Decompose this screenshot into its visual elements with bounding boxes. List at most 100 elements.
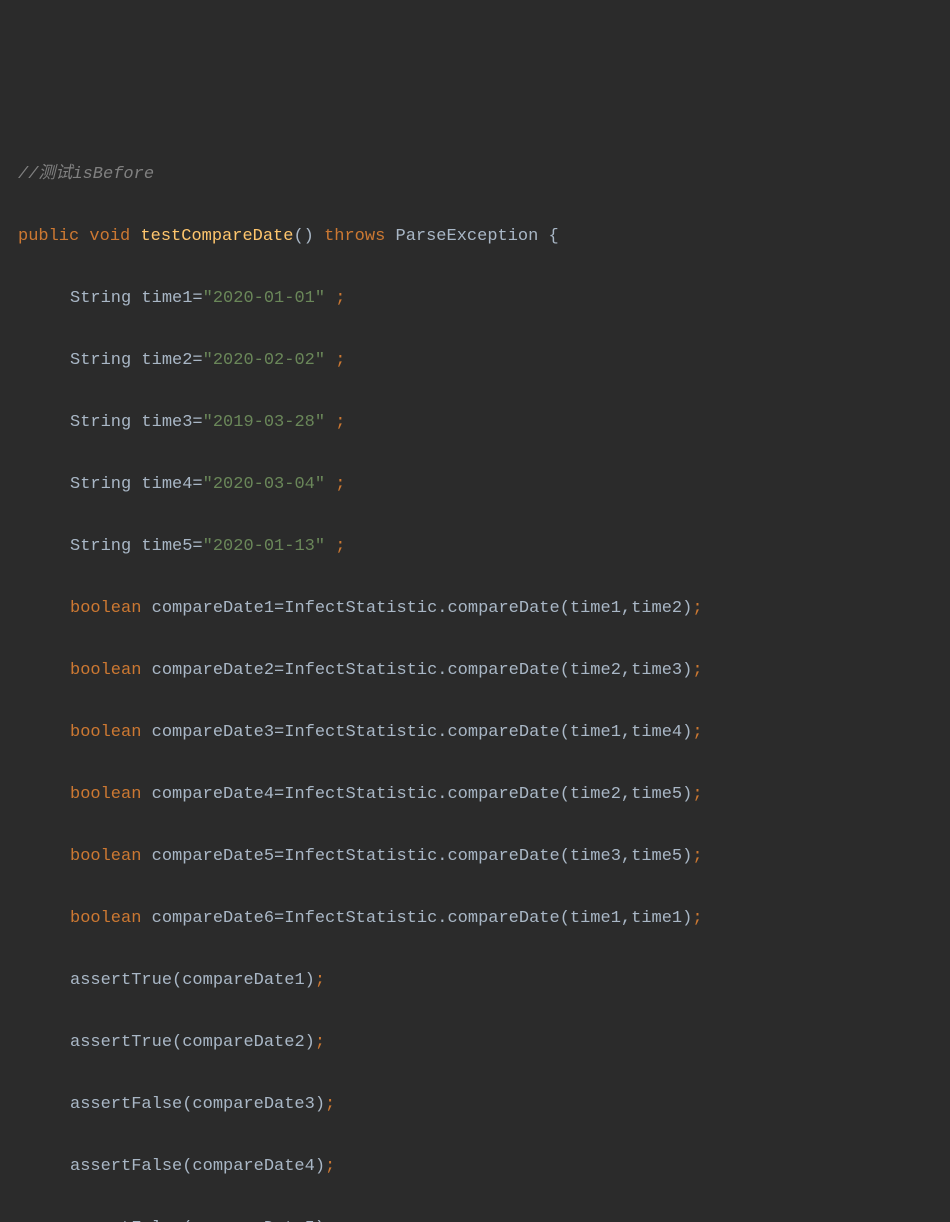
semicolon: ; bbox=[692, 847, 702, 866]
string-time3: "2019-03-28" bbox=[203, 413, 325, 432]
space-semi bbox=[325, 351, 335, 370]
code-line-time5: String time5="2020-01-13" ; bbox=[0, 531, 950, 562]
code-line-cd3: boolean compareDate3=InfectStatistic.com… bbox=[0, 717, 950, 748]
semicolon: ; bbox=[692, 661, 702, 680]
semicolon: ; bbox=[325, 1157, 335, 1176]
string-time4: "2020-03-04" bbox=[203, 475, 325, 494]
space bbox=[130, 227, 140, 246]
var-time5: time5= bbox=[131, 537, 202, 556]
keyword-throws: throws bbox=[324, 227, 385, 246]
code-line-assert2: assertTrue(compareDate2); bbox=[0, 1027, 950, 1058]
semicolon: ; bbox=[335, 413, 345, 432]
parens: () bbox=[293, 227, 313, 246]
args2: (time2,time3) bbox=[560, 661, 693, 680]
code-line-cd4: boolean compareDate4=InfectStatistic.com… bbox=[0, 779, 950, 810]
class-call: InfectStatistic.compareDate bbox=[284, 785, 559, 804]
string-time2: "2020-02-02" bbox=[203, 351, 325, 370]
var-time3: time3= bbox=[131, 413, 202, 432]
assert-arg2: (compareDate2) bbox=[172, 1033, 315, 1052]
keyword-void: void bbox=[89, 227, 130, 246]
semicolon: ; bbox=[692, 723, 702, 742]
type-string: String bbox=[70, 413, 131, 432]
space bbox=[79, 227, 89, 246]
code-line-time2: String time2="2020-02-02" ; bbox=[0, 345, 950, 376]
code-line-cd6: boolean compareDate6=InfectStatistic.com… bbox=[0, 903, 950, 934]
code-line-comment: //测试isBefore bbox=[0, 159, 950, 190]
keyword-boolean: boolean bbox=[70, 847, 141, 866]
code-line-time3: String time3="2019-03-28" ; bbox=[0, 407, 950, 438]
type-string: String bbox=[70, 289, 131, 308]
code-line-assert1: assertTrue(compareDate1); bbox=[0, 965, 950, 996]
brace-open: { bbox=[538, 227, 558, 246]
code-editor[interactable]: //测试isBefore public void testCompareDate… bbox=[0, 128, 950, 1222]
code-line-cd1: boolean compareDate1=InfectStatistic.com… bbox=[0, 593, 950, 624]
semicolon: ; bbox=[335, 475, 345, 494]
assert-arg3: (compareDate3) bbox=[182, 1095, 325, 1114]
semicolon: ; bbox=[335, 351, 345, 370]
var-cd5: compareDate5= bbox=[141, 847, 284, 866]
args3: (time1,time4) bbox=[560, 723, 693, 742]
var-cd1: compareDate1= bbox=[141, 599, 284, 618]
semicolon: ; bbox=[315, 1033, 325, 1052]
semicolon: ; bbox=[692, 785, 702, 804]
semicolon: ; bbox=[692, 909, 702, 928]
code-line-cd2: boolean compareDate2=InfectStatistic.com… bbox=[0, 655, 950, 686]
class-call: InfectStatistic.compareDate bbox=[284, 723, 559, 742]
code-line-assert3: assertFalse(compareDate3); bbox=[0, 1089, 950, 1120]
class-call: InfectStatistic.compareDate bbox=[284, 599, 559, 618]
method-name: testCompareDate bbox=[140, 227, 293, 246]
args6: (time1,time1) bbox=[560, 909, 693, 928]
code-line-signature: public void testCompareDate() throws Par… bbox=[0, 221, 950, 252]
semicolon: ; bbox=[325, 1095, 335, 1114]
assert-true: assertTrue bbox=[70, 971, 172, 990]
assert-false: assertFalse bbox=[70, 1157, 182, 1176]
assert-arg5: (compareDate5) bbox=[182, 1219, 325, 1222]
var-time1: time1= bbox=[131, 289, 202, 308]
type-string: String bbox=[70, 475, 131, 494]
assert-false: assertFalse bbox=[70, 1219, 182, 1222]
code-line-assert5: assertFalse(compareDate5); bbox=[0, 1213, 950, 1222]
code-line-time4: String time4="2020-03-04" ; bbox=[0, 469, 950, 500]
assert-arg1: (compareDate1) bbox=[172, 971, 315, 990]
type-string: String bbox=[70, 351, 131, 370]
args5: (time3,time5) bbox=[560, 847, 693, 866]
var-time2: time2= bbox=[131, 351, 202, 370]
space-semi bbox=[325, 537, 335, 556]
keyword-public: public bbox=[18, 227, 79, 246]
semicolon: ; bbox=[315, 971, 325, 990]
space-semi bbox=[325, 289, 335, 308]
args1: (time1,time2) bbox=[560, 599, 693, 618]
exception-type: ParseException bbox=[396, 227, 539, 246]
space-semi bbox=[325, 475, 335, 494]
comment-text: //测试isBefore bbox=[18, 165, 154, 184]
keyword-boolean: boolean bbox=[70, 661, 141, 680]
var-cd3: compareDate3= bbox=[141, 723, 284, 742]
class-call: InfectStatistic.compareDate bbox=[284, 847, 559, 866]
code-line-time1: String time1="2020-01-01" ; bbox=[0, 283, 950, 314]
var-cd4: compareDate4= bbox=[141, 785, 284, 804]
assert-false: assertFalse bbox=[70, 1095, 182, 1114]
string-time1: "2020-01-01" bbox=[203, 289, 325, 308]
keyword-boolean: boolean bbox=[70, 599, 141, 618]
space bbox=[385, 227, 395, 246]
semicolon: ; bbox=[335, 537, 345, 556]
type-string: String bbox=[70, 537, 131, 556]
semicolon: ; bbox=[692, 599, 702, 618]
var-cd6: compareDate6= bbox=[141, 909, 284, 928]
assert-true: assertTrue bbox=[70, 1033, 172, 1052]
class-call: InfectStatistic.compareDate bbox=[284, 909, 559, 928]
code-line-cd5: boolean compareDate5=InfectStatistic.com… bbox=[0, 841, 950, 872]
semicolon: ; bbox=[325, 1219, 335, 1222]
space-semi bbox=[325, 413, 335, 432]
semicolon: ; bbox=[335, 289, 345, 308]
class-call: InfectStatistic.compareDate bbox=[284, 661, 559, 680]
space bbox=[314, 227, 324, 246]
keyword-boolean: boolean bbox=[70, 785, 141, 804]
string-time5: "2020-01-13" bbox=[203, 537, 325, 556]
keyword-boolean: boolean bbox=[70, 723, 141, 742]
var-time4: time4= bbox=[131, 475, 202, 494]
keyword-boolean: boolean bbox=[70, 909, 141, 928]
args4: (time2,time5) bbox=[560, 785, 693, 804]
assert-arg4: (compareDate4) bbox=[182, 1157, 325, 1176]
var-cd2: compareDate2= bbox=[141, 661, 284, 680]
